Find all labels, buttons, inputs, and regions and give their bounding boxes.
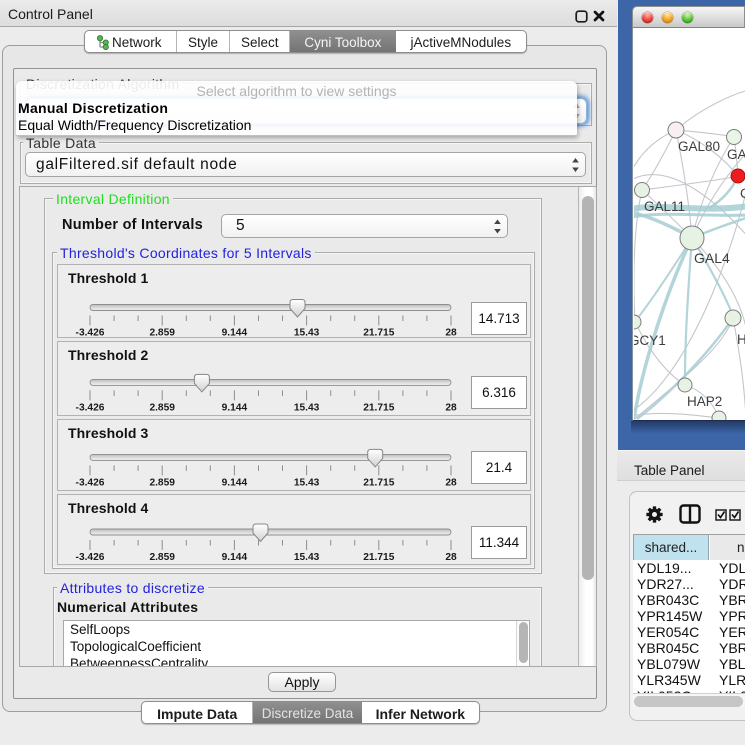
svg-text:GAL11: GAL11: [644, 199, 685, 214]
svg-text:9.144: 9.144: [222, 552, 248, 563]
svg-text:GA: GA: [727, 147, 745, 162]
svg-text:GCY1: GCY1: [634, 333, 666, 348]
svg-text:15.43: 15.43: [294, 552, 320, 563]
svg-text:9.144: 9.144: [222, 402, 248, 413]
svg-text:-3.426: -3.426: [76, 552, 105, 563]
svg-text:-3.426: -3.426: [76, 402, 105, 413]
svg-text:2.859: 2.859: [149, 328, 175, 339]
svg-text:2.859: 2.859: [149, 552, 175, 563]
svg-text:28: 28: [445, 477, 457, 488]
svg-text:9.144: 9.144: [222, 328, 248, 339]
svg-text:9.144: 9.144: [222, 477, 248, 488]
svg-text:15.43: 15.43: [294, 477, 320, 488]
svg-text:28: 28: [445, 402, 457, 413]
svg-text:28: 28: [445, 552, 457, 563]
svg-text:C: C: [740, 186, 745, 201]
svg-text:28: 28: [445, 328, 457, 339]
svg-text:15.43: 15.43: [294, 328, 320, 339]
svg-text:21.715: 21.715: [363, 552, 394, 563]
svg-text:GAL4: GAL4: [694, 250, 730, 266]
svg-text:H: H: [737, 332, 745, 347]
svg-text:15.43: 15.43: [294, 402, 320, 413]
svg-text:-3.426: -3.426: [76, 477, 105, 488]
svg-text:GAL80: GAL80: [678, 139, 720, 154]
svg-text:21.715: 21.715: [363, 328, 394, 339]
svg-text:-3.426: -3.426: [76, 328, 105, 339]
svg-text:2.859: 2.859: [149, 477, 175, 488]
svg-text:21.715: 21.715: [363, 477, 394, 488]
svg-text:21.715: 21.715: [363, 402, 394, 413]
svg-text:HAP2: HAP2: [687, 394, 722, 409]
svg-text:2.859: 2.859: [149, 402, 175, 413]
